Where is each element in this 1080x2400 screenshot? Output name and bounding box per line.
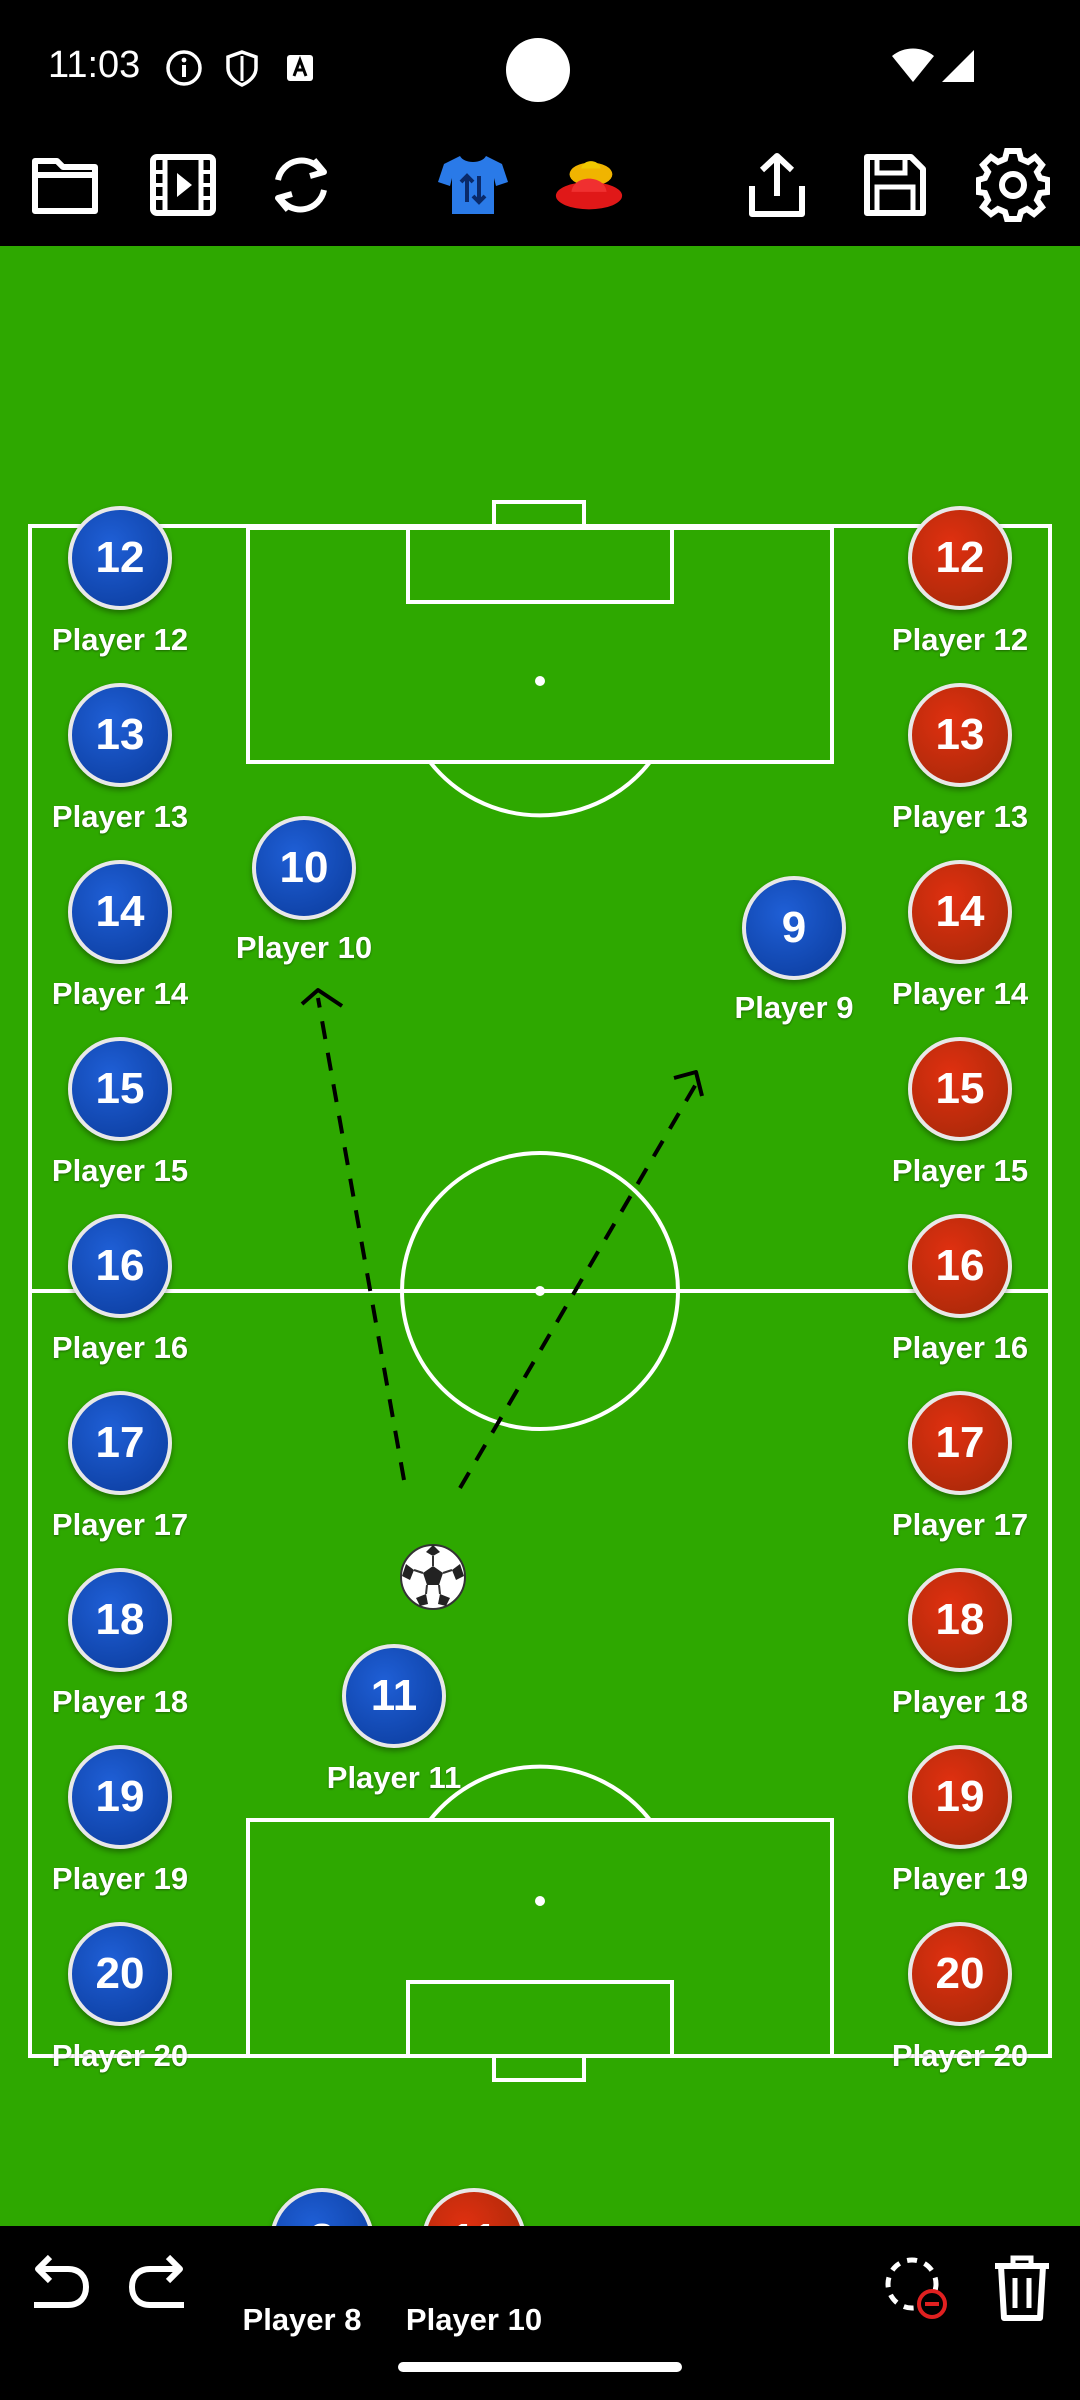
- settings-icon[interactable]: [976, 148, 1050, 222]
- red-player-token[interactable]: 13: [908, 683, 1012, 787]
- player-label: Player 17: [891, 1507, 1029, 1542]
- info-icon: [164, 48, 204, 88]
- status-time: 11:03: [48, 44, 141, 86]
- player-label: Player 13: [51, 799, 189, 834]
- redo-icon[interactable]: [122, 2246, 202, 2326]
- red-player-token[interactable]: 20: [908, 1922, 1012, 2026]
- player-label: Player 15: [891, 1153, 1029, 1188]
- player-label: Player 12: [891, 622, 1029, 657]
- blue-player-token[interactable]: 13: [68, 683, 172, 787]
- player-label: Player 20: [51, 2038, 189, 2073]
- blue-player-token[interactable]: 10: [252, 816, 356, 920]
- red-player-token[interactable]: 14: [908, 860, 1012, 964]
- pitch[interactable]: 12 Player 12 13 Player 13 14 Player 14 1…: [0, 246, 1080, 2226]
- erase-drawing-icon[interactable]: [878, 2248, 958, 2328]
- home-indicator[interactable]: [398, 2362, 682, 2372]
- player-label: Player 20: [891, 2038, 1029, 2073]
- wifi-icon: [890, 46, 936, 86]
- cones-icon[interactable]: [552, 148, 626, 222]
- player-label: Player 10: [235, 930, 373, 965]
- blue-player-token[interactable]: 9: [742, 876, 846, 980]
- player-label: Player 15: [51, 1153, 189, 1188]
- blue-player-token[interactable]: 14: [68, 860, 172, 964]
- red-player-token[interactable]: 15: [908, 1037, 1012, 1141]
- status-bar: 11:03: [0, 0, 1080, 140]
- player-label: Player 9: [734, 990, 854, 1025]
- red-player-token[interactable]: 16: [908, 1214, 1012, 1318]
- player-label: Player 18: [891, 1684, 1029, 1719]
- film-icon[interactable]: [146, 148, 220, 222]
- keyboard-a-icon: [280, 48, 320, 88]
- player-label: Player 16: [51, 1330, 189, 1365]
- player-label: Player 16: [891, 1330, 1029, 1365]
- player-label: Player 11: [326, 1760, 462, 1795]
- player-label: Player 19: [51, 1861, 189, 1896]
- blue-player-token[interactable]: 19: [68, 1745, 172, 1849]
- jersey-swap-icon[interactable]: [436, 148, 510, 222]
- trash-icon[interactable]: [982, 2248, 1062, 2328]
- folder-icon[interactable]: [28, 148, 102, 222]
- player-label: Player 10: [405, 2302, 543, 2337]
- front-camera: [506, 38, 570, 102]
- blue-player-token[interactable]: 12: [68, 506, 172, 610]
- player-label: Player 13: [891, 799, 1029, 834]
- blue-player-token[interactable]: 17: [68, 1391, 172, 1495]
- soccer-ball-icon[interactable]: [398, 1542, 468, 1612]
- player-label: Player 17: [51, 1507, 189, 1542]
- signal-icon: [938, 46, 978, 86]
- shield-icon: [222, 48, 262, 88]
- blue-player-token[interactable]: 11: [342, 1644, 446, 1748]
- blue-player-token[interactable]: 18: [68, 1568, 172, 1672]
- pass-arrow-2: [458, 1082, 698, 1490]
- player-label: Player 19: [891, 1861, 1029, 1896]
- player-label: Player 8: [242, 2302, 362, 2337]
- red-player-token[interactable]: 18: [908, 1568, 1012, 1672]
- red-player-token[interactable]: 19: [908, 1745, 1012, 1849]
- red-player-token[interactable]: 17: [908, 1391, 1012, 1495]
- player-label: Player 12: [51, 622, 189, 657]
- blue-player-token[interactable]: 15: [68, 1037, 172, 1141]
- player-label: Player 14: [51, 976, 189, 1011]
- blue-player-token[interactable]: 20: [68, 1922, 172, 2026]
- red-player-token[interactable]: 12: [908, 506, 1012, 610]
- player-label: Player 18: [51, 1684, 189, 1719]
- share-icon[interactable]: [740, 148, 814, 222]
- save-icon[interactable]: [858, 148, 932, 222]
- undo-icon[interactable]: [16, 2246, 96, 2326]
- pass-arrow-1: [316, 997, 406, 1481]
- rotate-icon[interactable]: [264, 148, 338, 222]
- blue-player-token[interactable]: 16: [68, 1214, 172, 1318]
